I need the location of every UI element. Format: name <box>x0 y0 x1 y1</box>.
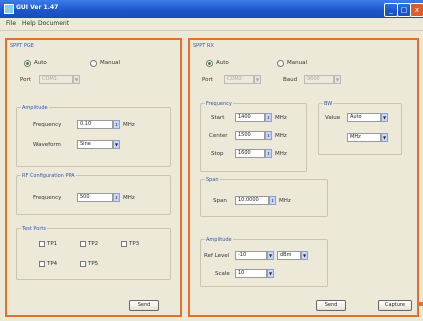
span-spinner[interactable]: ⇕ <box>269 196 276 205</box>
title-bar: GUI Ver 1.47 _ □ x <box>0 0 423 18</box>
right-panel: SPPT RX Auto Manual Port COM2 ▼ Baud 960… <box>188 38 419 317</box>
left-manual-label: Manual <box>100 60 120 66</box>
bw-value-dropdown-icon[interactable]: ▼ <box>381 113 388 122</box>
left-frequency-spinner[interactable]: ⇕ <box>113 120 120 129</box>
right-bw-title: BW <box>323 101 334 107</box>
left-rf-frequency-unit: MHz <box>123 195 135 201</box>
left-waveform-label: Waveform <box>33 142 61 148</box>
start-label: Start <box>211 115 225 121</box>
left-rf-frequency-spinner[interactable]: ⇕ <box>113 193 120 202</box>
start-spinner[interactable]: ⇕ <box>265 113 272 122</box>
right-baud-label: Baud <box>283 77 298 83</box>
left-rf-frequency-label: Frequency <box>33 195 62 201</box>
right-span-title: Span <box>205 177 220 183</box>
right-manual-radio[interactable] <box>277 60 284 67</box>
tp2-checkbox[interactable] <box>80 241 86 247</box>
left-frequency-unit: MHz <box>123 122 135 128</box>
right-port-dropdown-icon[interactable]: ▼ <box>254 75 261 84</box>
tp1-checkbox[interactable] <box>39 241 45 247</box>
right-amplitude-title: Amplitude <box>205 237 233 243</box>
start-unit: MHz <box>275 115 287 121</box>
app-icon <box>4 4 14 14</box>
left-auto-label: Auto <box>34 60 47 66</box>
left-port-select[interactable]: COM1 <box>39 75 73 84</box>
stop-unit: MHz <box>275 151 287 157</box>
bw-unit-dropdown-icon[interactable]: ▼ <box>381 133 388 142</box>
ref-level-dropdown-icon[interactable]: ▼ <box>267 251 274 260</box>
left-send-button[interactable]: Send <box>129 300 159 311</box>
left-port-dropdown-icon[interactable]: ▼ <box>73 75 80 84</box>
left-panel: SPPT PGE Auto Manual Port COM1 ▼ Amplitu… <box>5 38 182 317</box>
left-frequency-input[interactable]: 0.10 <box>77 120 113 129</box>
right-frequency-group: Frequency Start 1400 ⇕ MHz Center 1500 ⇕… <box>200 101 307 172</box>
bw-unit-select[interactable]: MHz <box>347 133 381 142</box>
tp5-label: TP5 <box>88 261 99 267</box>
left-panel-title: SPPT PGE <box>10 43 34 49</box>
capture-button[interactable]: Capture <box>378 300 412 311</box>
stop-input[interactable]: 1600 <box>235 149 265 158</box>
tp4-label: TP4 <box>47 261 58 267</box>
start-input[interactable]: 1400 <box>235 113 265 122</box>
left-test-ports-title: Test Ports <box>21 226 47 232</box>
left-amplitude-group: Amplitude Frequency 0.10 ⇕ MHz Waveform … <box>16 105 171 167</box>
left-port-label: Port <box>20 77 31 83</box>
scale-label: Scale <box>215 271 230 277</box>
window-title: GUI Ver 1.47 <box>16 4 59 11</box>
right-baud-dropdown-icon[interactable]: ▼ <box>334 75 341 84</box>
menu-bar: File Help Document <box>0 18 423 31</box>
right-amplitude-group: Amplitude Ref Level -10 ▼ dBm ▼ Scale 10… <box>200 237 328 287</box>
menu-file[interactable]: File <box>6 20 16 27</box>
left-rf-title: RF Configuration PPA <box>21 173 76 179</box>
right-port-select[interactable]: COM2 <box>224 75 254 84</box>
right-frequency-title: Frequency <box>205 101 233 107</box>
stop-label: Stop <box>211 151 224 157</box>
tp4-checkbox[interactable] <box>39 261 45 267</box>
left-rf-group: RF Configuration PPA Frequency 500 ⇕ MHz <box>16 173 171 215</box>
tp3-checkbox[interactable] <box>121 241 127 247</box>
minimize-button[interactable]: _ <box>384 3 398 17</box>
span-input[interactable]: 10.0000 <box>235 196 269 205</box>
right-send-button[interactable]: Send <box>316 300 346 311</box>
tp5-checkbox[interactable] <box>80 261 86 267</box>
left-manual-radio[interactable] <box>90 60 97 67</box>
scale-select[interactable]: 10 <box>235 269 267 278</box>
center-spinner[interactable]: ⇕ <box>265 131 272 140</box>
right-panel-title: SPPT RX <box>193 43 214 49</box>
right-port-label: Port <box>202 77 213 83</box>
left-waveform-select[interactable]: Sine <box>77 140 113 149</box>
close-button[interactable]: x <box>410 3 423 17</box>
left-amplitude-title: Amplitude <box>21 105 49 111</box>
span-label: Span <box>213 198 227 204</box>
scale-dropdown-icon[interactable]: ▼ <box>267 269 274 278</box>
bw-value-select[interactable]: Auto <box>347 113 381 122</box>
menu-document[interactable]: Document <box>38 20 69 27</box>
ref-level-label: Ref Level <box>204 253 230 259</box>
left-waveform-dropdown-icon[interactable]: ▼ <box>113 140 120 149</box>
tp2-label: TP2 <box>88 241 99 247</box>
menu-help[interactable]: Help <box>22 20 36 27</box>
tp3-label: TP3 <box>129 241 140 247</box>
right-auto-label: Auto <box>216 60 229 66</box>
left-auto-radio[interactable] <box>24 60 31 67</box>
left-test-ports-group: Test Ports TP1 TP2 TP3 TP4 TP5 <box>16 226 171 280</box>
left-rf-frequency-input[interactable]: 500 <box>77 193 113 202</box>
center-label: Center <box>209 133 228 139</box>
tp1-label: TP1 <box>47 241 58 247</box>
center-unit: MHz <box>275 133 287 139</box>
right-baud-select[interactable]: 9600 <box>304 75 334 84</box>
stop-spinner[interactable]: ⇕ <box>265 149 272 158</box>
left-frequency-label: Frequency <box>33 122 62 128</box>
right-bw-group: BW Value Auto ▼ MHz ▼ <box>318 101 402 155</box>
right-auto-radio[interactable] <box>206 60 213 67</box>
ref-unit-select[interactable]: dBm <box>277 251 301 260</box>
span-unit: MHz <box>279 198 291 204</box>
right-span-group: Span Span 10.0000 ⇕ MHz <box>200 177 328 217</box>
ref-unit-dropdown-icon[interactable]: ▼ <box>301 251 308 260</box>
callout-marker <box>419 302 423 306</box>
bw-value-label: Value <box>325 115 341 121</box>
center-input[interactable]: 1500 <box>235 131 265 140</box>
maximize-button[interactable]: □ <box>397 3 411 17</box>
ref-level-select[interactable]: -10 <box>235 251 267 260</box>
right-manual-label: Manual <box>287 60 307 66</box>
